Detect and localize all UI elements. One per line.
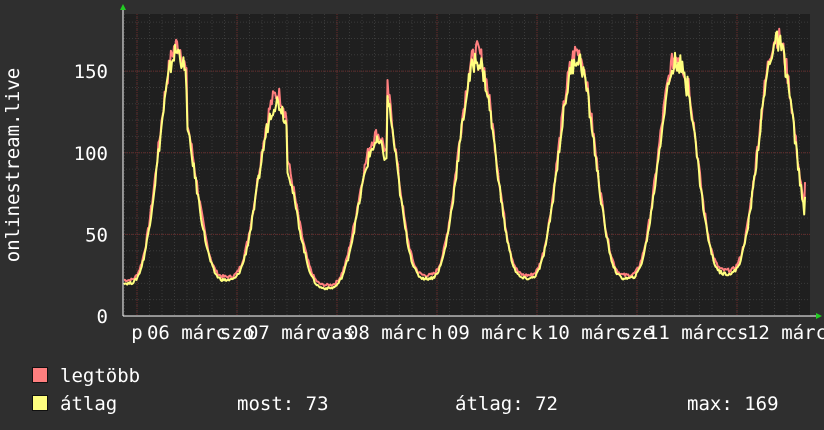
y-tick-label: 50 <box>85 224 108 246</box>
x-tick-label: p <box>131 322 142 344</box>
x-tick-label: 08 márc <box>347 322 427 344</box>
legend: legtöbb átlag most: 73 átlag: 72 max: 16… <box>32 363 812 419</box>
chart-panel: 0 50 100 150 onlinestream.live p 06 márc szo 07 … <box>0 0 824 430</box>
x-tick-label: 10 márc <box>547 322 627 344</box>
legend-label-max: legtöbb <box>60 365 141 387</box>
stat-average: átlag: 72 <box>455 393 558 415</box>
x-tick-label: 11 márc <box>647 322 727 344</box>
y-axis-label: onlinestream.live <box>2 68 24 262</box>
y-tick-label: 0 <box>97 306 108 328</box>
y-axis-arrow <box>120 4 126 10</box>
x-tick-label: 09 márc <box>447 322 527 344</box>
legend-swatch-max <box>32 367 48 383</box>
stat-max: max: 169 <box>687 393 779 415</box>
x-tick-label: h <box>431 322 442 344</box>
y-tick-label: 150 <box>74 61 108 83</box>
x-tick-label: 07 márc <box>247 322 327 344</box>
x-tick-label: 12 márc <box>747 322 824 344</box>
x-tick-label: cs <box>726 322 749 344</box>
legend-swatch-avg <box>32 395 48 411</box>
plot-area <box>123 14 810 316</box>
line-chart: 050100150onlinestream.livep 06 márcszo07 … <box>2 4 824 344</box>
legend-row-avg: átlag most: 73 átlag: 72 max: 169 <box>32 391 812 419</box>
legend-label-avg: átlag <box>60 393 118 415</box>
y-tick-label: 100 <box>74 143 108 165</box>
legend-row-max: legtöbb <box>32 363 812 391</box>
x-tick-label: k <box>531 322 543 344</box>
x-axis-arrow <box>816 313 822 319</box>
stat-now: most: 73 <box>237 393 329 415</box>
x-tick-label: 06 márc <box>147 322 227 344</box>
